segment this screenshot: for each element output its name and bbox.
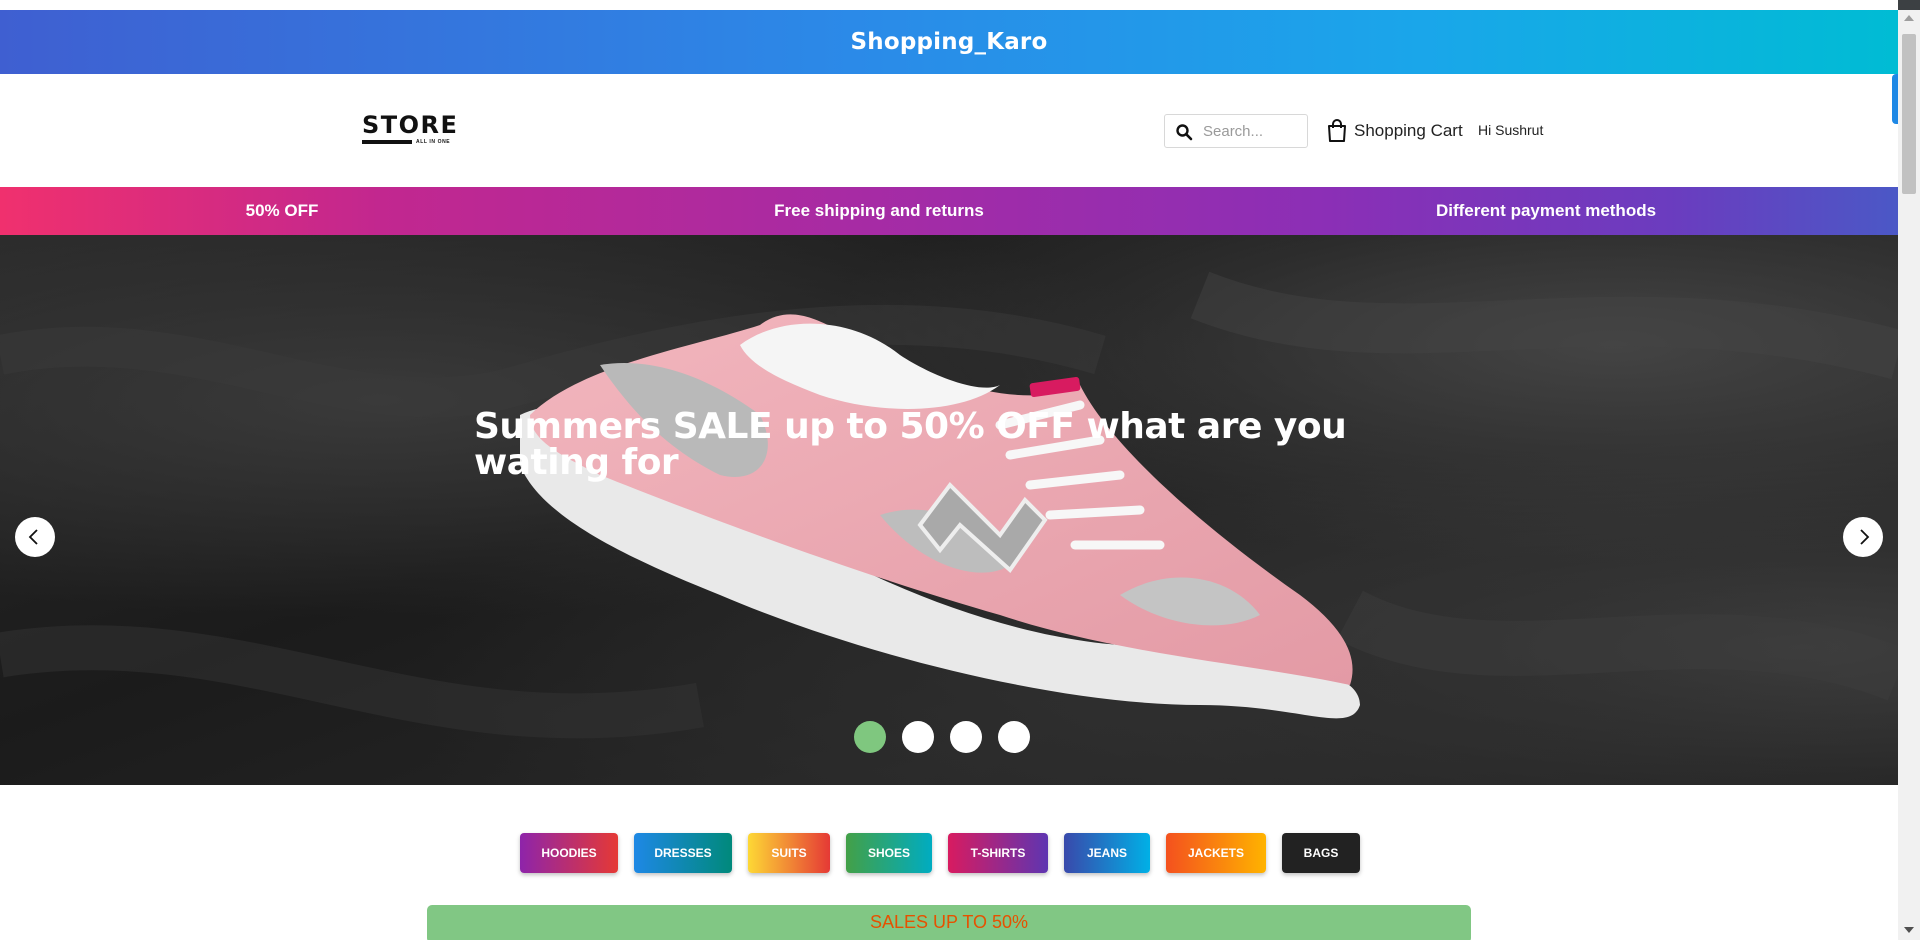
navbar: STORE ALL IN ONE Shopping Cart Hi Sushru… [0, 74, 1898, 187]
category-button-t-shirts[interactable]: T-SHIRTS [948, 833, 1048, 873]
promo-shipping: Free shipping and returns [774, 201, 984, 220]
site-title: Shopping_Karo [850, 29, 1048, 55]
store-logo[interactable]: STORE ALL IN ONE [362, 113, 462, 153]
carousel-dot[interactable] [854, 721, 886, 753]
sales-banner: SALES UP TO 50% [427, 905, 1471, 940]
search-box[interactable] [1164, 114, 1308, 148]
scroll-thumb[interactable] [1902, 34, 1916, 194]
category-buttons: HOODIES DRESSES SUITS SHOES T-SHIRTS JEANS JAC… [520, 833, 1360, 873]
carousel-dot[interactable] [902, 721, 934, 753]
carousel-indicators [854, 721, 1030, 753]
search-input[interactable] [1203, 121, 1303, 141]
search-icon[interactable] [1175, 123, 1193, 141]
promo-bar: 50% OFF Free shipping and returns Differ… [0, 187, 1898, 235]
hero-carousel: Summers SALE up to 50% OFF what are you … [0, 235, 1898, 785]
shopping-bag-icon [1328, 119, 1346, 142]
carousel-prev-button[interactable] [15, 517, 55, 557]
category-button-dresses[interactable]: DRESSES [634, 833, 732, 873]
hero-headline: Summers SALE up to 50% OFF what are you … [474, 406, 1347, 483]
chevron-left-icon [28, 529, 38, 545]
page: Shopping_Karo STORE ALL IN ONE Search...… [0, 0, 1898, 940]
carousel-next-button[interactable] [1843, 517, 1883, 557]
promo-discount: 50% OFF [245, 201, 319, 220]
category-button-hoodies[interactable]: HOODIES [520, 833, 618, 873]
category-button-jeans[interactable]: JEANS [1064, 833, 1150, 873]
chevron-right-icon [1860, 529, 1870, 545]
cart-label: Shopping Cart [1354, 121, 1463, 140]
logo-word: STORE [362, 111, 459, 139]
brand-bar: Shopping_Karo [0, 10, 1898, 74]
category-button-bags[interactable]: BAGS [1282, 833, 1360, 873]
carousel-dot[interactable] [950, 721, 982, 753]
scroll-up-arrow-icon[interactable] [1904, 15, 1914, 21]
shopping-cart-link[interactable]: Shopping Cart [1326, 118, 1463, 144]
category-button-jackets[interactable]: JACKETS [1166, 833, 1266, 873]
scroll-down-arrow-icon[interactable] [1904, 927, 1914, 933]
vertical-scrollbar[interactable] [1898, 10, 1920, 940]
carousel-dot[interactable] [998, 721, 1030, 753]
logo-tagline: ALL IN ONE [416, 139, 451, 145]
browser-viewport: Shopping_Karo STORE ALL IN ONE Search...… [0, 0, 1920, 940]
user-greeting[interactable]: Hi Sushrut [1478, 122, 1543, 138]
category-button-suits[interactable]: SUITS [748, 833, 830, 873]
category-button-shoes[interactable]: SHOES [846, 833, 932, 873]
hero-shoe-image [0, 271, 1898, 739]
promo-payment: Different payment methods [1435, 201, 1657, 220]
logo-underline [362, 140, 412, 144]
